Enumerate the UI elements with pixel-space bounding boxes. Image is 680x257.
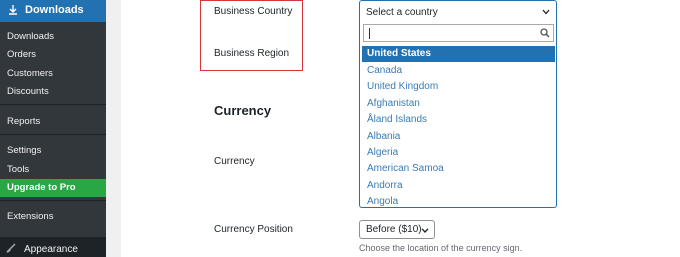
currency-position-value: Before ($10) bbox=[366, 224, 422, 235]
sidebar-item-customers[interactable]: Customers bbox=[7, 68, 53, 79]
sidebar-item-downloads[interactable]: Downloads bbox=[7, 31, 54, 42]
country-option[interactable]: Andorra bbox=[362, 178, 555, 194]
sidebar-separator bbox=[0, 104, 106, 105]
country-option[interactable]: Canada bbox=[362, 63, 555, 79]
text-caret bbox=[369, 28, 370, 39]
sidebar-item-extensions[interactable]: Extensions bbox=[7, 211, 53, 222]
country-option[interactable]: Albania bbox=[362, 129, 555, 145]
currency-position-help: Choose the location of the currency sign… bbox=[359, 243, 523, 253]
sidebar-top-label: Downloads bbox=[25, 4, 84, 16]
sidebar-item-settings[interactable]: Settings bbox=[7, 145, 41, 156]
sidebar-separator bbox=[0, 134, 106, 135]
sidebar-item-downloads-parent[interactable]: Downloads bbox=[0, 0, 106, 22]
sidebar-item-upgrade-pro[interactable]: Upgrade to Pro bbox=[0, 179, 106, 197]
sidebar-submenu: Downloads Orders Customers Discounts Rep… bbox=[0, 22, 106, 253]
currency-position-label: Currency Position bbox=[214, 224, 293, 235]
admin-sidebar: Downloads Downloads Orders Customers Dis… bbox=[0, 0, 106, 257]
country-option[interactable]: Åland Islands bbox=[362, 112, 555, 128]
country-option[interactable]: Angola bbox=[362, 194, 555, 207]
business-region-label: Business Region bbox=[214, 48, 290, 59]
sidebar-appearance-label: Appearance bbox=[24, 244, 78, 255]
search-icon bbox=[540, 28, 550, 38]
sidebar-separator bbox=[0, 200, 106, 201]
sidebar-item-tools[interactable]: Tools bbox=[7, 164, 29, 175]
sidebar-item-appearance[interactable]: Appearance bbox=[0, 237, 106, 257]
country-dropdown: United States Canada United Kingdom Afgh… bbox=[359, 23, 557, 208]
country-option[interactable]: United States bbox=[362, 46, 555, 62]
currency-position-select[interactable]: Before ($10) bbox=[359, 220, 435, 239]
country-option[interactable]: Algeria bbox=[362, 145, 555, 161]
country-select[interactable]: Select a country bbox=[359, 0, 557, 23]
country-search-input[interactable] bbox=[363, 24, 554, 42]
screen: Downloads Downloads Orders Customers Dis… bbox=[0, 0, 680, 257]
country-option[interactable]: Afghanistan bbox=[362, 96, 555, 112]
sidebar-item-reports[interactable]: Reports bbox=[7, 116, 40, 127]
country-option[interactable]: United Kingdom bbox=[362, 79, 555, 95]
sidebar-item-discounts[interactable]: Discounts bbox=[7, 86, 49, 97]
country-option[interactable]: American Samoa bbox=[362, 161, 555, 177]
currency-section-title: Currency bbox=[214, 103, 272, 118]
business-country-label: Business Country bbox=[214, 6, 293, 17]
download-icon bbox=[9, 5, 17, 15]
sidebar-pro-label: Upgrade to Pro bbox=[7, 182, 76, 193]
paintbrush-icon bbox=[6, 243, 16, 253]
currency-label: Currency bbox=[214, 156, 255, 167]
sidebar-item-orders[interactable]: Orders bbox=[7, 49, 36, 60]
chevron-down-icon bbox=[542, 9, 550, 15]
chevron-down-icon bbox=[421, 228, 429, 233]
country-select-value: Select a country bbox=[366, 7, 438, 18]
